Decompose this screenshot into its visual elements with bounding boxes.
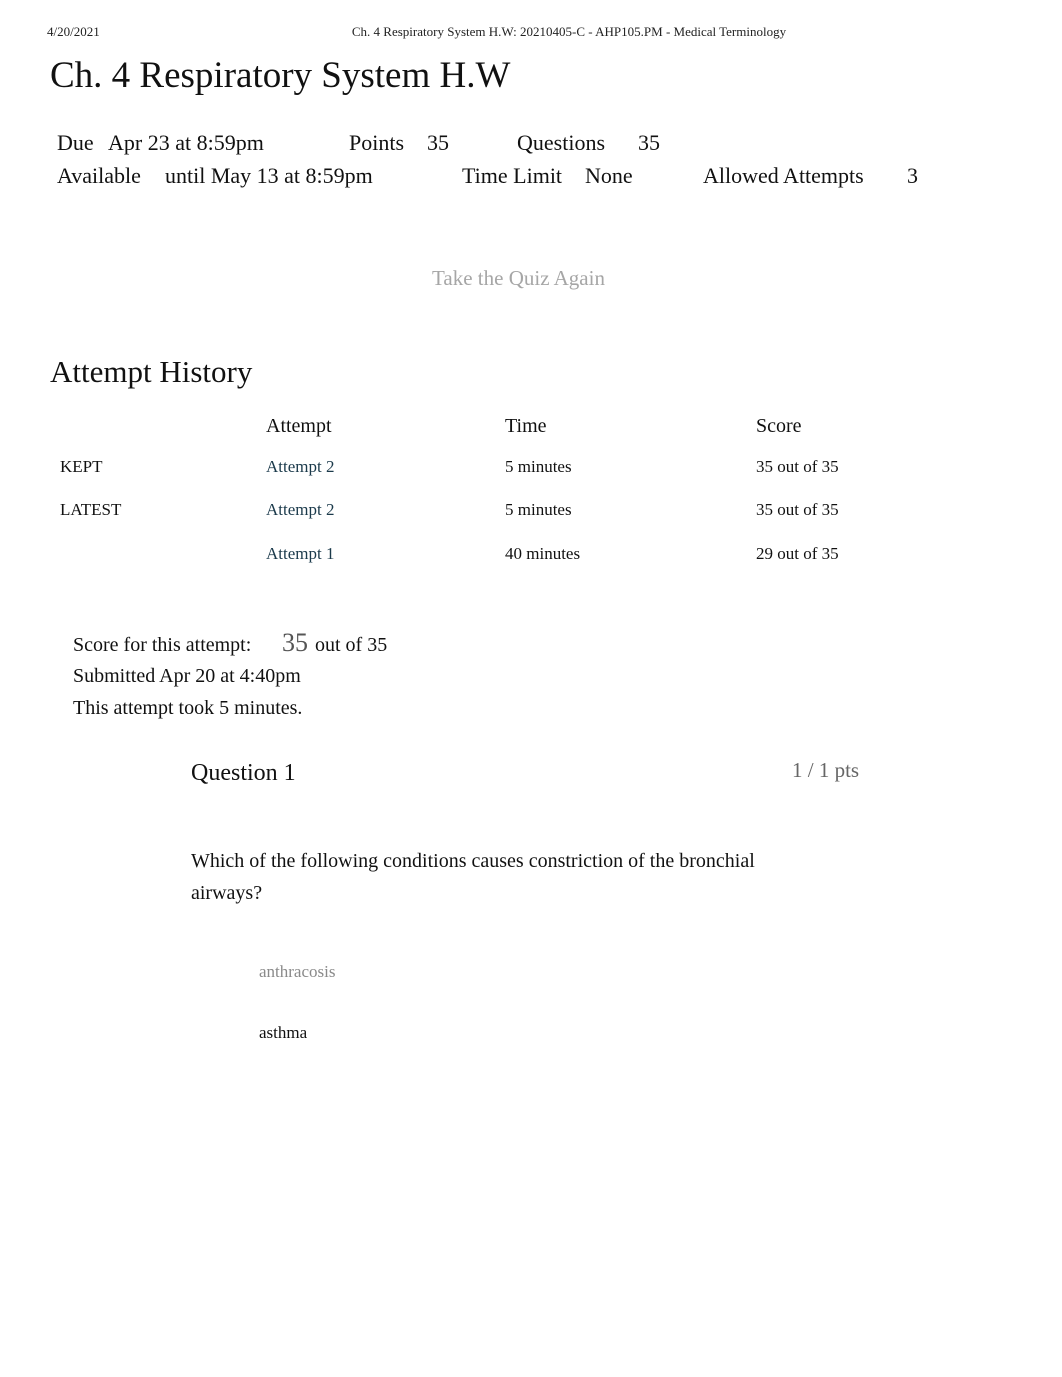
answer-option[interactable]: asthma	[259, 1023, 307, 1043]
print-header-title: Ch. 4 Respiratory System H.W: 20210405-C…	[0, 24, 1062, 40]
question-text: Which of the following conditions causes…	[191, 850, 755, 904]
attempt-tag: KEPT	[60, 457, 103, 476]
column-header-score: Score	[756, 415, 802, 437]
questions-value: 35	[638, 130, 660, 155]
score-label: Score for this attempt:	[73, 634, 252, 656]
attempt-time: 5 minutes	[505, 457, 572, 476]
allowed-attempts-label: Allowed Attempts	[703, 163, 864, 188]
score-suffix: out of 35	[315, 634, 388, 656]
attempt-time: 5 minutes	[505, 500, 572, 519]
print-header-title-text: Ch. 4 Respiratory System H.W: 20210405-C…	[351, 24, 787, 39]
page-title: Ch. 4 Respiratory System H.W	[50, 55, 511, 96]
points-value: 35	[427, 130, 449, 155]
attempt-time: 40 minutes	[505, 544, 581, 563]
column-header-attempt: Attempt	[266, 415, 332, 437]
question-points: 1 / 1 pts	[792, 758, 860, 782]
allowed-attempts-value: 3	[907, 163, 918, 188]
column-header-time: Time	[505, 415, 547, 437]
due-label: Due	[57, 130, 94, 155]
time-limit-value: None	[585, 163, 633, 188]
available-value: until May 13 at 8:59pm	[165, 163, 373, 188]
answer-option[interactable]: anthracosis	[259, 962, 335, 982]
attempt-link[interactable]: Attempt 2	[266, 500, 334, 520]
attempt-history-title: Attempt History	[50, 354, 253, 389]
due-value: Apr 23 at 8:59pm	[108, 130, 264, 155]
question-title: Question 1	[191, 760, 296, 786]
attempt-link[interactable]: Attempt 2	[266, 457, 334, 477]
attempt-link[interactable]: Attempt 1	[266, 544, 334, 564]
take-quiz-again-button[interactable]: Take the Quiz Again	[0, 266, 1037, 291]
questions-label: Questions	[517, 130, 605, 155]
available-label: Available	[57, 163, 141, 188]
attempt-tag: LATEST	[60, 500, 122, 519]
attempt-score: 35 out of 35	[756, 500, 839, 519]
score-value: 35	[282, 628, 308, 657]
submitted-time: Submitted Apr 20 at 4:40pm	[73, 665, 301, 687]
attempt-score: 29 out of 35	[756, 544, 839, 563]
points-label: Points	[349, 130, 405, 155]
time-limit-label: Time Limit	[462, 163, 563, 188]
attempt-duration: This attempt took 5 minutes.	[73, 697, 303, 719]
attempt-score: 35 out of 35	[756, 457, 839, 476]
